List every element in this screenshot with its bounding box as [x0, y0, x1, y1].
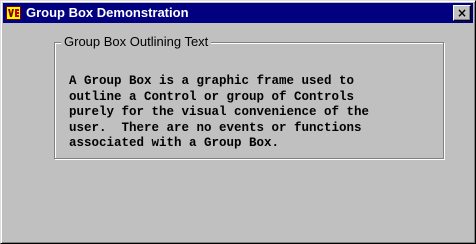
title-bar[interactable]: Group Box Demonstration ×: [3, 3, 473, 23]
window-title: Group Box Demonstration: [26, 5, 189, 20]
app-window: Group Box Demonstration × Group Box Outl…: [0, 0, 476, 244]
close-icon: ×: [456, 6, 468, 20]
group-box-caption: Group Box Outlining Text: [61, 33, 212, 51]
group-box-description: A Group Box is a graphic frame used to o…: [69, 74, 370, 151]
app-icon[interactable]: [6, 5, 22, 21]
group-box-frame: Group Box Outlining Text A Group Box is …: [54, 33, 444, 159]
close-button[interactable]: ×: [453, 5, 471, 21]
